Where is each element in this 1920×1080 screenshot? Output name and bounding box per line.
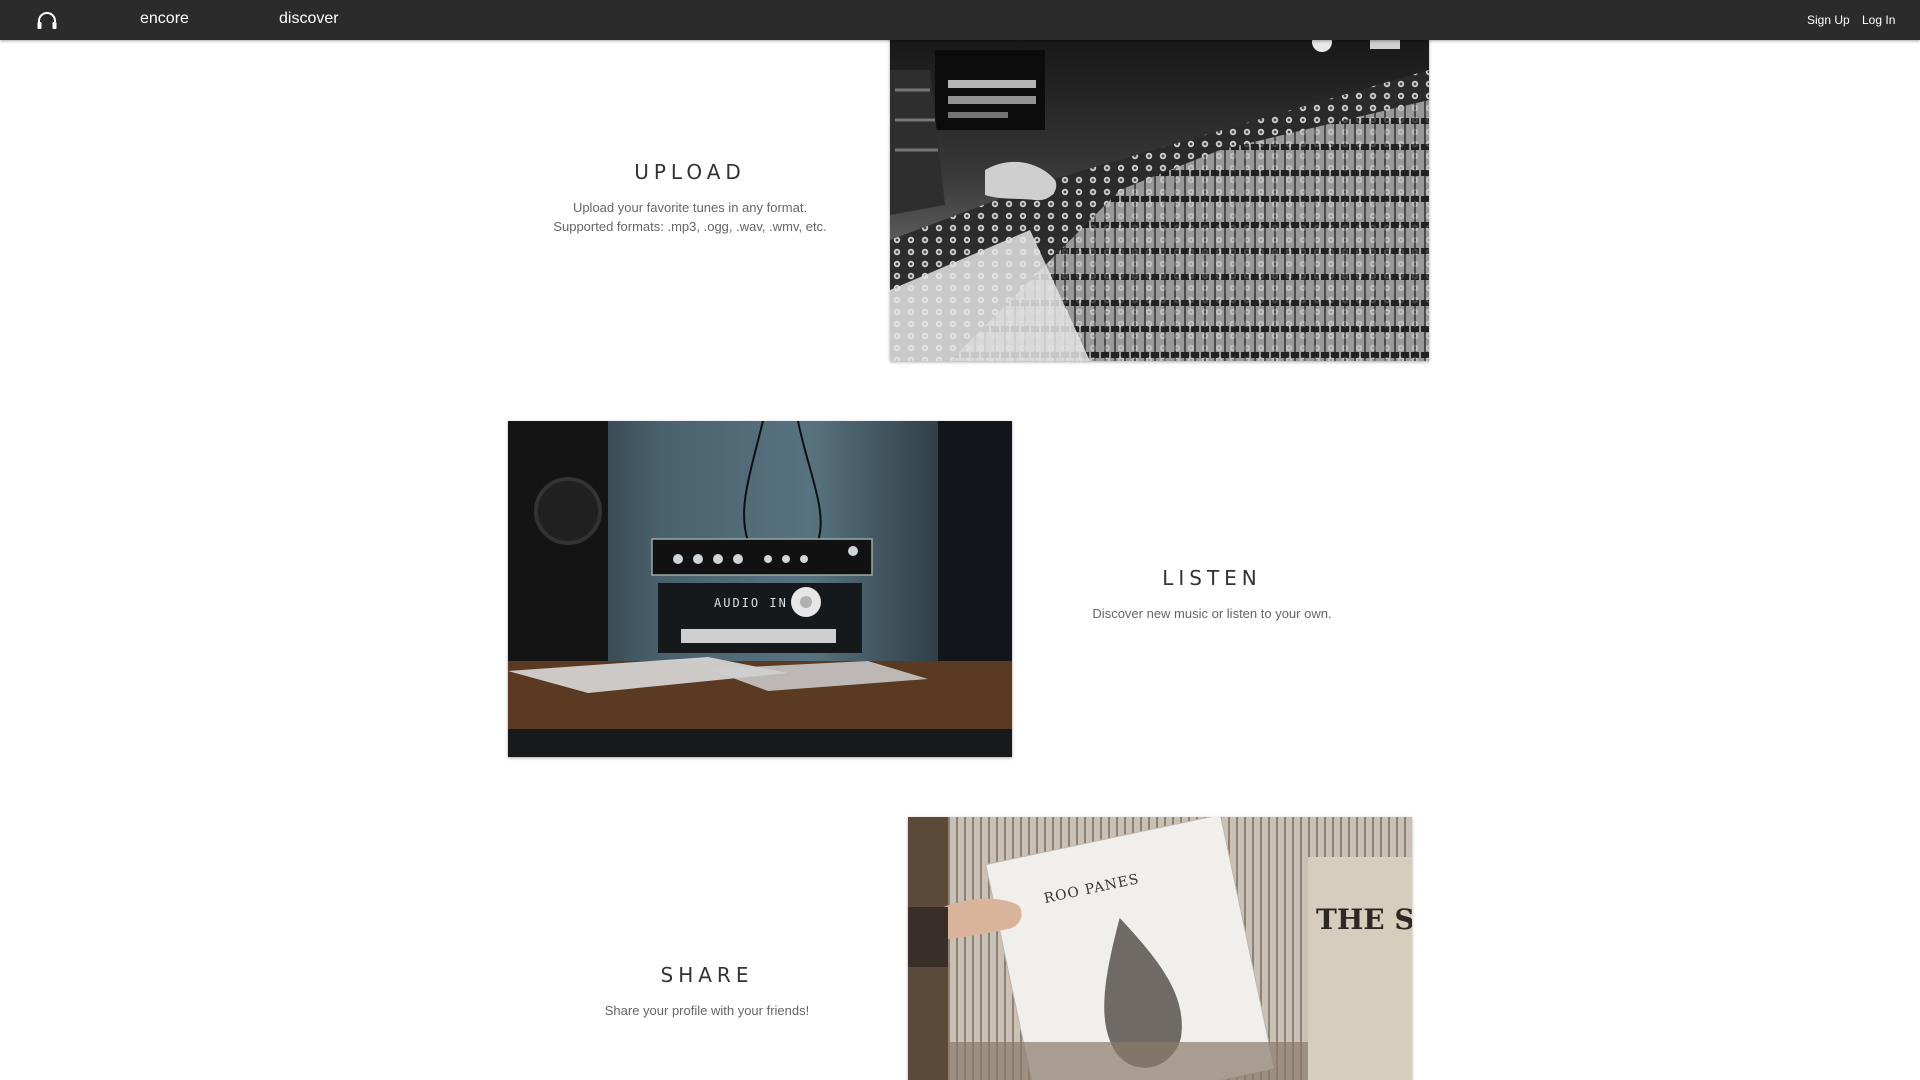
upload-description-line2: Supported formats: .mp3, .ogg, .wav, .wm… [553, 219, 827, 234]
share-heading: SHARE [660, 963, 754, 987]
login-link[interactable]: Log In [1862, 13, 1895, 27]
listen-heading: LISTEN [1162, 566, 1262, 590]
mixing-console-illustration [890, 30, 1429, 361]
top-navbar: encore discover Sign Up Log In [0, 0, 1920, 40]
upload-description-line1: Upload your favorite tunes in any format… [572, 200, 808, 215]
audio-interface-illustration: AUDIO IN [508, 421, 1012, 757]
share-description: Share your profile with your friends! [604, 1003, 810, 1018]
upload-description: Upload your favorite tunes in any format… [500, 198, 880, 236]
vinyl-records-illustration: THE S ROO PANES [908, 817, 1412, 1080]
mixing-console-photo [890, 30, 1429, 361]
nav-link-discover[interactable]: discover [279, 10, 339, 28]
listen-description: Discover new music or listen to your own… [1092, 606, 1332, 621]
headphones-icon[interactable] [36, 10, 58, 30]
upload-heading: UPLOAD [634, 160, 746, 184]
crate-label-text: THE S [1316, 903, 1412, 936]
signup-link[interactable]: Sign Up [1807, 13, 1850, 27]
nav-brand-encore[interactable]: encore [140, 10, 189, 28]
audio-in-display-text: AUDIO IN [714, 596, 788, 610]
vinyl-records-photo: THE S ROO PANES [908, 817, 1412, 1080]
audio-interface-photo: AUDIO IN [508, 421, 1012, 757]
